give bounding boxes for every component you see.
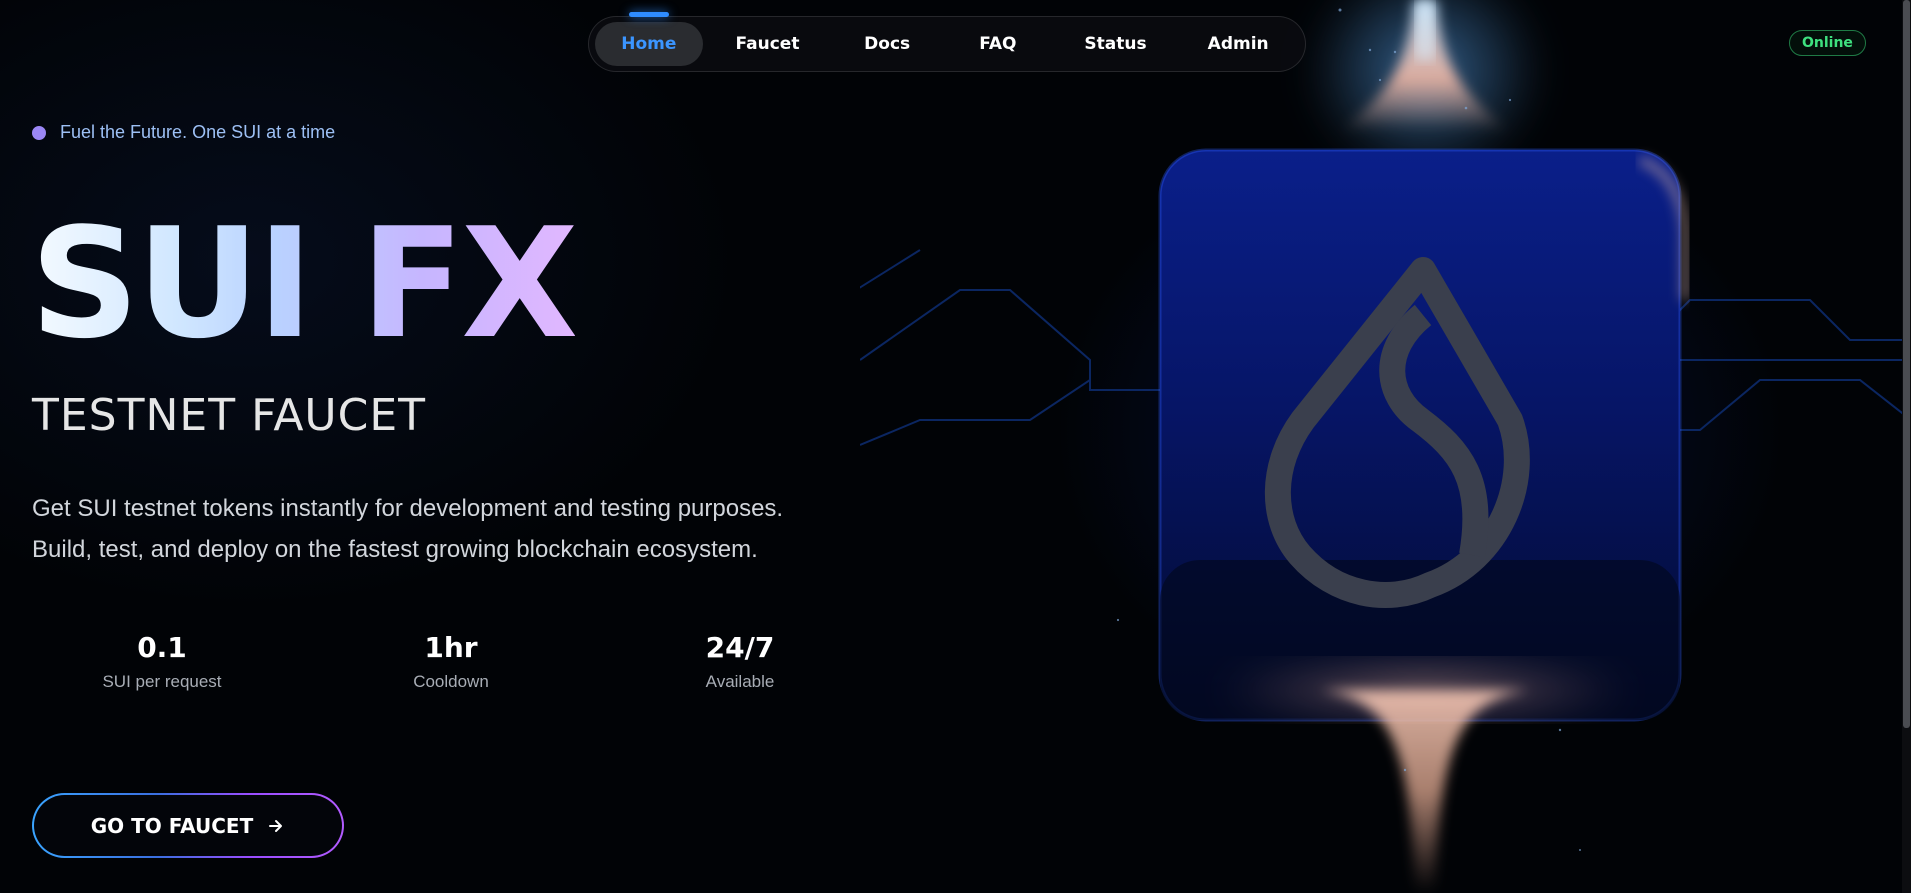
- hero-title: SUI FX: [30, 195, 578, 372]
- nav-faq[interactable]: FAQ: [942, 22, 1054, 66]
- nav-status[interactable]: Status: [1054, 22, 1178, 66]
- stat-available: 24/7 Available: [630, 628, 850, 692]
- online-status-badge: Online: [1789, 30, 1866, 56]
- page: Home Faucet Docs FAQ Status Admin Online…: [0, 0, 1911, 893]
- stat-label: SUI per request: [102, 672, 222, 691]
- stat-cooldown: 1hr Cooldown: [341, 628, 561, 692]
- page-scrollbar[interactable]: [1902, 0, 1911, 893]
- nav-admin[interactable]: Admin: [1177, 22, 1299, 66]
- go-to-faucet-label: GO TO FAUCET: [90, 813, 254, 838]
- hero-subtitle: TESTNET FAUCET: [32, 390, 427, 441]
- arrow-right-icon: [269, 819, 283, 832]
- tagline-dot-icon: [32, 125, 46, 140]
- hero-description-line: Build, test, and deploy on the fastest g…: [32, 536, 758, 563]
- hero-stats: 0.1 SUI per request 1hr Cooldown 24/7 Av…: [32, 628, 822, 708]
- stat-label: Available: [705, 672, 775, 691]
- stat-label: Cooldown: [413, 672, 489, 691]
- hero-description-line: Get SUI testnet tokens instantly for dev…: [32, 495, 784, 522]
- top-navigation: Home Faucet Docs FAQ Status Admin: [588, 16, 1306, 72]
- nav-home[interactable]: Home: [595, 22, 703, 66]
- scrollbar-thumb[interactable]: [1903, 0, 1910, 728]
- nav-docs[interactable]: Docs: [832, 22, 942, 66]
- hero-description: Get SUI testnet tokens instantly for dev…: [32, 488, 852, 570]
- hero-artwork: [860, 0, 1911, 893]
- go-to-faucet-button-inner: GO TO FAUCET: [34, 795, 342, 856]
- stat-sui-per-request: 0.1 SUI per request: [52, 628, 272, 692]
- stat-value: 24/7: [705, 631, 775, 664]
- hero-tagline: Fuel the Future. One SUI at a time: [32, 122, 335, 143]
- stat-value: 1hr: [424, 631, 478, 664]
- go-to-faucet-button[interactable]: GO TO FAUCET: [32, 793, 344, 858]
- nav-faucet[interactable]: Faucet: [703, 22, 833, 66]
- tagline-text: Fuel the Future. One SUI at a time: [60, 122, 336, 142]
- stat-value: 0.1: [137, 631, 187, 664]
